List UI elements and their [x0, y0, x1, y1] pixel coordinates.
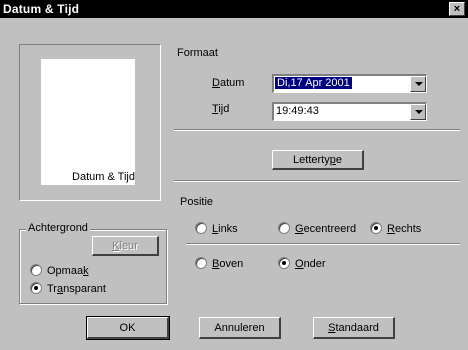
- divider: [174, 129, 460, 131]
- tijd-value: 19:49:43: [276, 105, 319, 117]
- tijd-select[interactable]: 19:49:43: [272, 102, 427, 121]
- radio-icon: [195, 222, 207, 234]
- radio-icon-selected: [30, 282, 42, 294]
- divider: [174, 180, 460, 182]
- chevron-down-icon[interactable]: [410, 104, 426, 120]
- datum-label: Datum: [212, 77, 245, 89]
- radio-icon-selected: [278, 257, 290, 269]
- preview-frame: Datum & Tijd: [19, 44, 161, 201]
- tijd-label: Tijd: [212, 103, 230, 115]
- radio-icon-selected: [370, 222, 382, 234]
- divider: [186, 243, 460, 245]
- chevron-down-icon[interactable]: [410, 76, 426, 92]
- rechts-radio[interactable]: Rechts: [370, 222, 421, 236]
- datum-value: Di,17 Apr 2001: [275, 77, 352, 89]
- title-bar: Datum & Tijd ×: [0, 0, 468, 18]
- radio-icon: [278, 222, 290, 234]
- close-button[interactable]: ×: [449, 2, 465, 16]
- boven-radio[interactable]: Boven: [195, 257, 243, 271]
- annuleren-button[interactable]: Annuleren: [199, 317, 281, 339]
- positie-label: Positie: [180, 196, 214, 208]
- formaat-label: Formaat: [177, 47, 218, 59]
- kleur-button[interactable]: Kleur: [92, 236, 159, 256]
- window-title: Datum & Tijd: [3, 2, 80, 16]
- preview-text: Datum & Tijd: [72, 171, 135, 183]
- links-radio[interactable]: Links: [195, 222, 238, 236]
- transparant-radio[interactable]: Transparant: [30, 282, 106, 296]
- ok-button[interactable]: OK: [86, 316, 170, 340]
- gecentreerd-radio[interactable]: Gecentreerd: [278, 222, 356, 236]
- close-icon: ×: [453, 3, 461, 15]
- preview-page: Datum & Tijd: [41, 59, 135, 185]
- standaard-button[interactable]: Standaard: [313, 317, 395, 339]
- datum-select[interactable]: Di,17 Apr 2001: [272, 74, 427, 93]
- onder-radio[interactable]: Onder: [278, 257, 326, 271]
- radio-icon: [195, 257, 207, 269]
- opmaak-radio[interactable]: Opmaak: [30, 264, 89, 278]
- radio-icon: [30, 264, 42, 276]
- achtergrond-label: Achtergrond: [26, 222, 90, 234]
- lettertype-button[interactable]: Lettertype: [272, 150, 364, 170]
